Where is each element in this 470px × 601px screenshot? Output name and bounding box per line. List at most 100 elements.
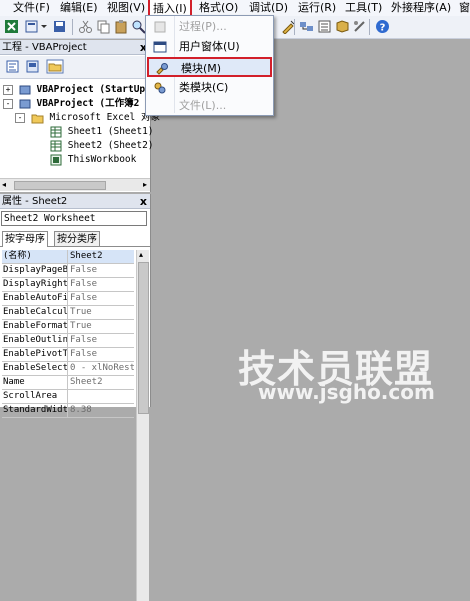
toolbar-separator [72,19,73,35]
menu-item-file[interactable]: 文件(L)... [147,97,272,114]
property-name: Name [2,376,68,389]
property-value[interactable]: 0 - xlNoRest [69,362,134,375]
property-value[interactable]: False [69,264,134,277]
scrollbar-thumb[interactable] [14,181,106,190]
tab-alphabetic[interactable]: 按字母序 [2,231,48,247]
help-icon[interactable]: ? [375,19,390,34]
tree-node[interactable]: - Microsoft Excel 对象 [15,111,160,124]
copy-icon[interactable] [96,19,111,34]
menu-item-label: 类模块(C) [179,81,229,94]
menu-item-module[interactable]: 模块(M) [147,57,272,77]
object-selector-dropdown[interactable]: Sheet2 Worksheet [1,211,147,226]
close-icon[interactable]: x [140,194,147,209]
property-name: DisplayPageBr [3,264,68,277]
expand-icon[interactable]: + [3,84,13,95]
tree-node-label: Sheet2 (Sheet2) [67,140,154,151]
view-code-icon[interactable] [5,59,20,74]
property-value[interactable]: False [69,334,134,347]
scroll-right-icon[interactable]: ▸ [143,179,147,191]
chevron-down-icon[interactable] [40,19,48,34]
tree-node[interactable]: Sheet1 (Sheet1) [50,125,154,138]
property-name: StandardWidth [3,404,68,417]
tree-node[interactable]: Sheet2 (Sheet2) [50,139,154,152]
property-row[interactable]: (名称) Sheet2 [2,250,134,264]
property-row[interactable]: EnableOutlini False [2,334,134,348]
object-selector-value: Sheet2 Worksheet [4,213,96,224]
menu-tools[interactable]: 工具(T) [345,0,382,16]
property-row[interactable]: EnablePivotTa False [2,348,134,362]
tree-node-label: Sheet1 (Sheet1) [67,126,154,137]
menu-edit[interactable]: 编辑(E) [60,0,98,16]
property-row[interactable]: EnableCalcula True [2,306,134,320]
tab-categorized[interactable]: 按分类序 [54,231,100,246]
view-object-icon[interactable] [25,59,40,74]
menu-window[interactable]: 窗 [459,0,470,16]
menu-item-userform[interactable]: 用户窗体(U) [147,37,272,57]
property-name: ScrollArea [2,390,68,403]
menu-file[interactable]: 文件(F) [13,0,50,16]
property-row[interactable]: DisplayRightT False [2,278,134,292]
excel-view-icon[interactable] [4,19,19,34]
tree-node[interactable]: + VBAProject (StartUp [3,83,145,96]
tree-node[interactable]: - VBAProject (工作簿2 [3,97,139,110]
paste-icon[interactable] [114,19,129,34]
tree-node[interactable]: ThisWorkbook [50,153,136,166]
vba-project-icon [19,85,31,94]
project-explorer-icon[interactable] [299,19,314,34]
property-row[interactable]: ScrollArea [2,390,134,404]
property-row[interactable]: StandardWidth 8.38 [2,404,134,418]
save-icon[interactable] [52,19,67,34]
properties-window-icon[interactable] [317,19,332,34]
property-name: EnablePivotTa [3,348,68,361]
collapse-icon[interactable]: - [15,112,25,123]
workbook-icon [50,154,62,165]
menu-debug[interactable]: 调试(D) [249,0,288,16]
property-value[interactable]: False [69,348,134,361]
project-pane-title-bar: 工程 - VBAProject x [0,40,150,55]
property-value[interactable]: Sheet2 [69,376,134,389]
menu-item-label: 用户窗体(U) [179,40,240,53]
property-value[interactable]: 8.38 [69,404,134,417]
property-value[interactable]: True [69,306,134,319]
vertical-scrollbar[interactable]: ▴ [136,250,149,601]
menu-insert[interactable]: 插入(I) [148,0,192,16]
object-browser-icon[interactable] [335,19,350,34]
property-row[interactable]: EnableFormatC True [2,320,134,334]
properties-pane-title: 属性 - Sheet2 [2,196,68,207]
menu-item-class-module[interactable]: 类模块(C) [147,78,272,98]
toolbox-icon[interactable] [352,19,367,34]
svg-text:?: ? [380,23,386,34]
property-value[interactable]: True [69,320,134,333]
property-name: EnableCalcula [3,306,68,319]
cut-icon[interactable] [78,19,93,34]
insert-dropdown-menu: 过程(P)... 用户窗体(U) 模块(M) 类模块(C) 文件(L)... [145,15,274,116]
menu-format[interactable]: 格式(O) [199,0,238,16]
menu-item-procedure[interactable]: 过程(P)... [147,17,272,37]
collapse-icon[interactable]: - [3,98,13,109]
menu-view[interactable]: 视图(V) [107,0,145,16]
scroll-up-icon[interactable]: ▴ [139,250,143,259]
project-explorer-pane: 工程 - VBAProject x + VBAProject (StartUp … [0,40,160,192]
property-value[interactable]: Sheet2 [69,250,134,263]
find-icon[interactable] [131,19,146,34]
menu-addins[interactable]: 外接程序(A) [391,0,451,16]
property-row[interactable]: DisplayPageBr False [2,264,134,278]
property-value[interactable]: False [69,292,134,305]
userform-icon [153,41,167,53]
toggle-folders-icon[interactable] [46,59,64,74]
property-value[interactable]: False [69,278,134,291]
property-row[interactable]: Name Sheet2 [2,376,134,390]
menu-run[interactable]: 运行(R) [298,0,336,16]
project-tree: + VBAProject (StartUp - VBAProject (工作簿2… [0,80,160,180]
property-name: EnableSelecti [3,362,68,375]
toolbar-separator [369,19,370,35]
scrollbar-thumb[interactable] [138,262,149,414]
scroll-left-icon[interactable]: ◂ [2,179,6,191]
property-row[interactable]: EnableAutoFil False [2,292,134,306]
property-row[interactable]: EnableSelecti 0 - xlNoRest [2,362,134,376]
property-name: (名称) [2,250,68,263]
insert-object-icon[interactable] [24,19,39,34]
horizontal-scrollbar[interactable]: ◂ ▸ [0,178,150,191]
toolbar-separator [294,19,295,35]
property-value[interactable] [69,390,134,403]
